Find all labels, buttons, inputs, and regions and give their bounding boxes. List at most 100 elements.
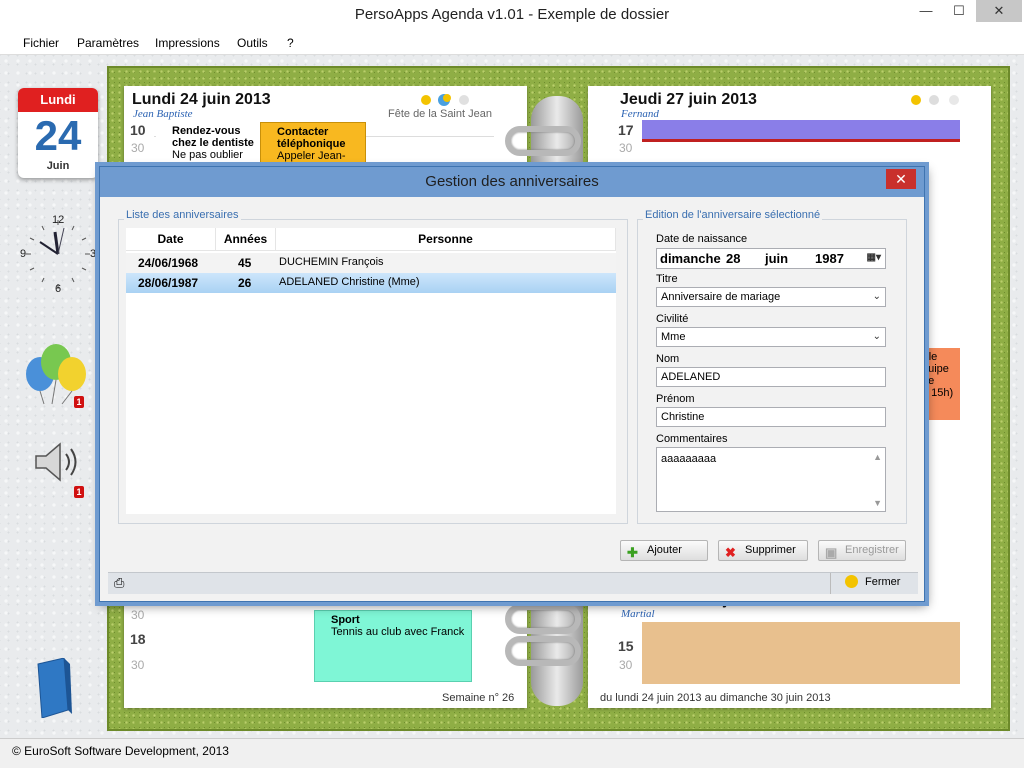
table-row[interactable]: 24/06/1968 45 DUCHEMIN François (126, 253, 616, 273)
list-group-label: Liste des anniversaires (124, 209, 241, 221)
dialog-title: Gestion des anniversaires (100, 167, 924, 197)
title-bar: PersoApps Agenda v1.01 - Exemple de doss… (0, 0, 1024, 31)
menu-bar: Fichier Paramètres Impressions Outils ? (0, 31, 1024, 55)
event-call-title: Contacter téléphonique (277, 126, 346, 150)
dialog-footer: ⎙ Fermer (108, 572, 918, 594)
binder-ring (505, 604, 581, 634)
birth-label: Date de naissance (656, 233, 748, 245)
birth-month: juin (765, 251, 789, 266)
maximize-button[interactable]: ☐ (944, 0, 974, 22)
printer-icon[interactable]: ⎙ (114, 575, 124, 591)
table-row-selected[interactable]: 28/06/1987 26 ADELANED Christine (Mme) (126, 273, 616, 293)
sound-count-badge: 1 (74, 486, 84, 498)
sunday-saint: Martial (621, 608, 655, 620)
close-window-button[interactable]: ✕ (976, 0, 1022, 22)
prenom-input[interactable]: Christine (656, 407, 886, 427)
left-hour-18: 18 (130, 631, 146, 647)
menu-help[interactable]: ? (287, 36, 294, 50)
right-half-1: 30 (619, 141, 633, 155)
birth-date-picker[interactable]: dimanche 28 juin 1987 ▦▾ (656, 248, 886, 269)
speaker-icon (35, 442, 77, 482)
civility-select[interactable]: Mme ⌄ (656, 327, 886, 347)
row-years: 26 (238, 276, 252, 290)
col-years[interactable]: Années (216, 228, 276, 251)
close-circle-icon (845, 575, 858, 588)
event-sport[interactable]: Sport Tennis au club avec Franck (314, 610, 472, 682)
calendar-month: Juin (46, 160, 70, 172)
right-hour-17: 17 (618, 122, 634, 138)
title-label: Titre (656, 273, 678, 285)
birth-num: 28 (726, 251, 741, 266)
event-call-text: Appeler Jean- (277, 150, 346, 162)
left-saint-name: Jean Baptiste (133, 108, 193, 120)
close-dialog-button[interactable]: Fermer (830, 573, 918, 594)
calendar-day-number: 24 (34, 112, 82, 159)
calendar-dropdown-icon[interactable]: ▦▾ (867, 252, 881, 263)
sound-button[interactable]: 1 (30, 440, 90, 498)
birthday-table: Date Années Personne 24/06/1968 45 DUCHE… (126, 228, 616, 514)
edit-group-label: Edition de l'anniversaire sélectionné (643, 209, 823, 221)
status-bar: © EuroSoft Software Development, 2013 (0, 738, 1024, 768)
birth-day: dimanche (660, 251, 721, 266)
title-select[interactable]: Anniversaire de mariage ⌄ (656, 287, 886, 307)
plus-icon: ✚ (627, 545, 638, 560)
row-person: ADELANED Christine (Mme) (279, 276, 420, 288)
event-sport-title: Sport (331, 614, 360, 626)
save-icon: ▣ (825, 545, 838, 560)
calendar-widget[interactable]: Lundi 24 Juin (18, 88, 98, 178)
event-call[interactable]: Contacter téléphonique Appeler Jean- (260, 122, 366, 166)
close-label: Fermer (865, 576, 901, 588)
col-person[interactable]: Personne (276, 228, 616, 251)
civ-label: Civilité (656, 313, 689, 325)
event-dentist-text: Ne pas oublier de (172, 149, 243, 166)
left-weather-icons (421, 94, 469, 106)
row-person: DUCHEMIN François (279, 256, 384, 268)
binder-ring (505, 126, 581, 156)
right-half-2: 30 (619, 658, 633, 672)
left-day-title: Lundi 24 juin 2013 (132, 91, 271, 108)
book-icon (37, 657, 72, 719)
right-weather-icons (911, 95, 959, 105)
birthday-balloons-button[interactable]: 1 (22, 338, 92, 408)
clock-widget: 12 3 6 9 (18, 212, 98, 297)
comment-value: aaaaaaaaa (661, 453, 717, 465)
scroll-up-icon[interactable]: ▲ (873, 452, 882, 462)
delete-label: Supprimer (745, 544, 796, 556)
right-day-title: Jeudi 27 juin 2013 (620, 91, 757, 108)
sunday-event[interactable] (642, 622, 960, 684)
save-button[interactable]: ▣ Enregistrer (818, 540, 906, 561)
week-range: du lundi 24 juin 2013 au dimanche 30 jui… (600, 692, 831, 704)
copyright: © EuroSoft Software Development, 2013 (12, 744, 229, 758)
dialog-close-button[interactable]: ✕ (886, 169, 916, 189)
minimize-button[interactable]: — (911, 0, 941, 22)
comment-textarea[interactable]: aaaaaaaaa ▲ ▼ (656, 447, 886, 512)
chevron-down-icon: ⌄ (872, 331, 881, 342)
nom-label: Nom (656, 353, 680, 365)
menu-fichier[interactable]: Fichier (23, 36, 59, 50)
clock-12: 12 (52, 214, 65, 226)
delete-button[interactable]: ✖ Supprimer (718, 540, 808, 561)
menu-outils[interactable]: Outils (237, 36, 268, 50)
right-hour-15: 15 (618, 638, 634, 654)
comment-label: Commentaires (656, 433, 728, 445)
menu-impressions[interactable]: Impressions (155, 36, 220, 50)
menu-parametres[interactable]: Paramètres (77, 36, 139, 50)
scroll-down-icon[interactable]: ▼ (873, 498, 882, 508)
title-value: Anniversaire de mariage (661, 291, 781, 303)
birthday-count-badge: 1 (74, 396, 84, 408)
right-event-purple[interactable] (642, 120, 960, 142)
book-button[interactable] (34, 657, 72, 719)
add-button[interactable]: ✚ Ajouter (620, 540, 708, 561)
binder-ring (505, 636, 581, 666)
left-half-3: 30 (131, 658, 145, 672)
row-years: 45 (238, 256, 252, 270)
clock-3: 3 (90, 248, 97, 260)
nom-input[interactable]: ADELANED (656, 367, 886, 387)
delete-x-icon: ✖ (725, 545, 736, 560)
window-title: PersoApps Agenda v1.01 - Exemple de doss… (354, 6, 670, 23)
clock-6: 6 (55, 283, 62, 295)
event-dentist[interactable]: Rendez-vous chez le dentiste Ne pas oubl… (156, 122, 260, 166)
col-date[interactable]: Date (126, 228, 216, 251)
left-half-2: 30 (131, 608, 145, 622)
left-hour-10: 10 (130, 122, 146, 138)
